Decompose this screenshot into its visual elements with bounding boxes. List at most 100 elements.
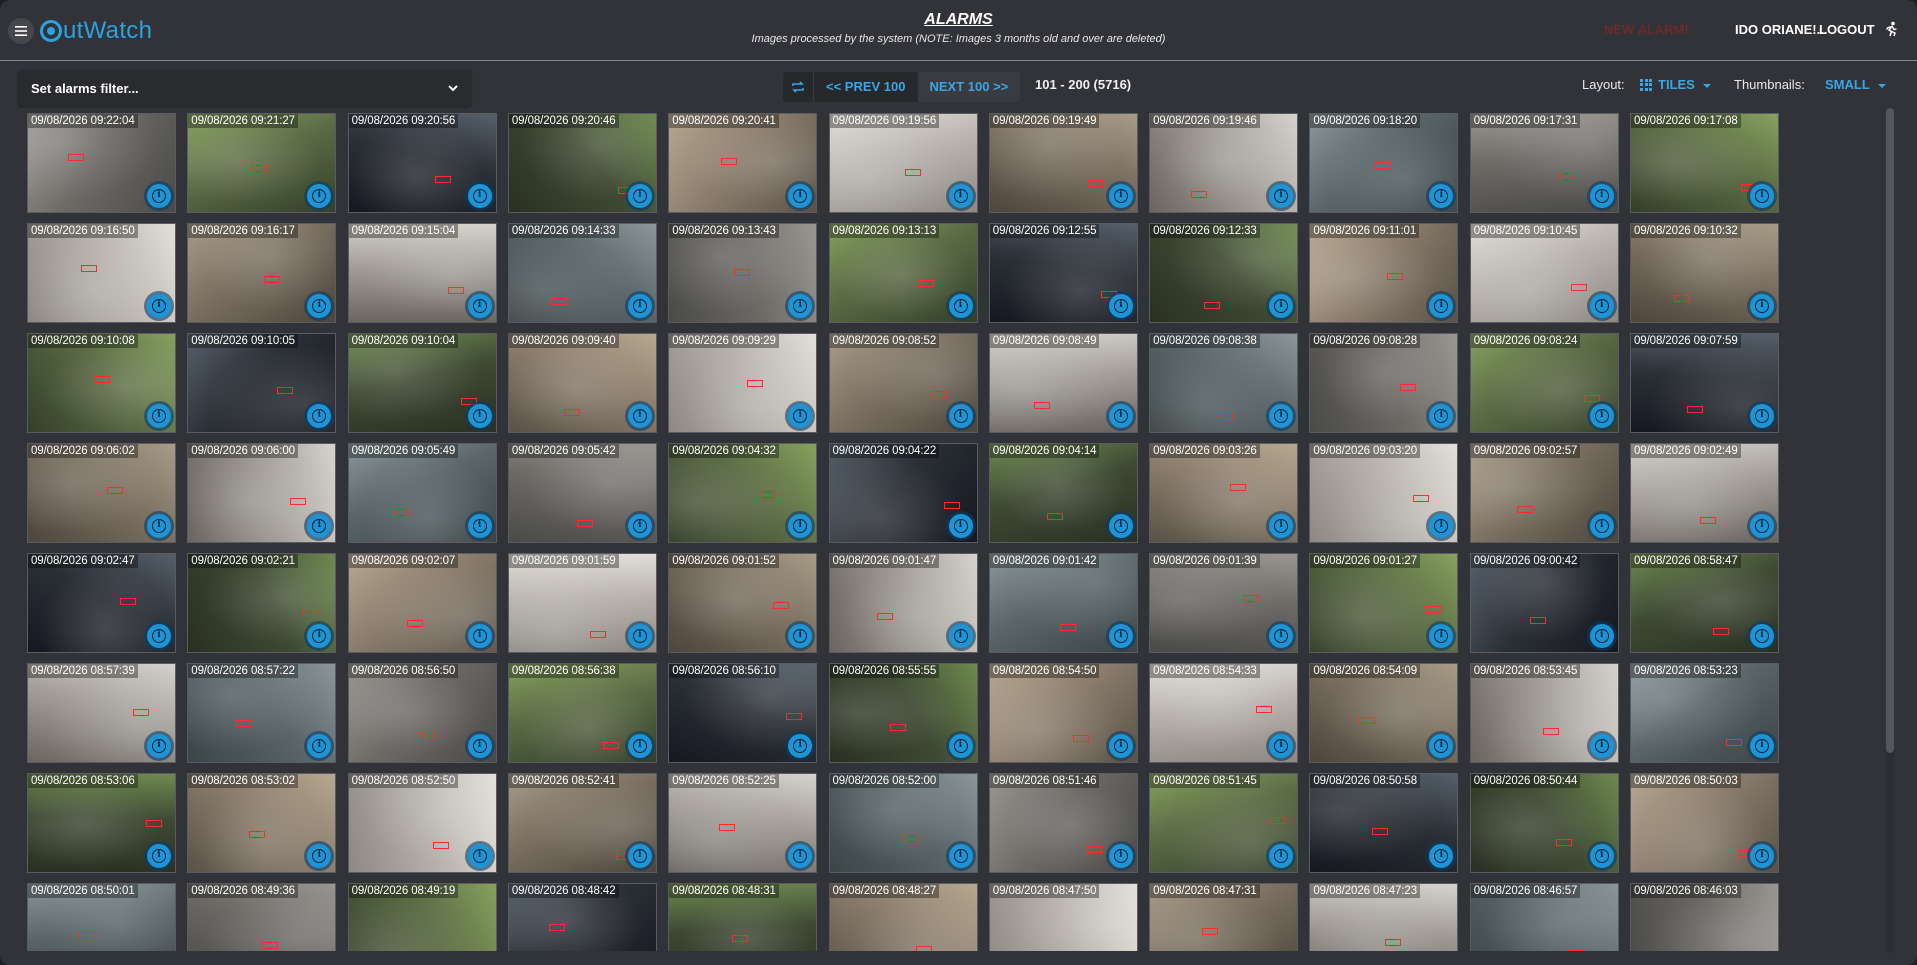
alarm-tile[interactable]: 09/08/2026 08:52:41 i xyxy=(507,773,657,873)
info-icon[interactable]: i xyxy=(1269,734,1294,758)
alarm-tile[interactable]: 09/08/2026 08:50:44 i xyxy=(1469,773,1619,873)
alarm-tile[interactable]: 09/08/2026 09:13:43 i xyxy=(668,223,818,323)
info-icon[interactable]: i xyxy=(467,514,492,538)
alarm-tile[interactable]: 09/08/2026 08:58:47 i xyxy=(1630,553,1779,653)
alarm-tile[interactable]: 09/08/2026 08:53:23 i xyxy=(1630,663,1779,763)
alarm-tile[interactable]: 09/08/2026 09:19:46 i xyxy=(1149,113,1299,213)
info-icon[interactable]: i xyxy=(627,844,652,868)
info-icon[interactable]: i xyxy=(788,514,813,538)
alarm-tile[interactable]: 09/08/2026 08:49:19i xyxy=(347,883,497,951)
alarm-tile[interactable]: 09/08/2026 09:02:49 i xyxy=(1630,443,1779,543)
alarm-tile[interactable]: 09/08/2026 09:04:32 i xyxy=(668,443,818,543)
info-icon[interactable]: i xyxy=(1108,294,1133,318)
info-icon[interactable]: i xyxy=(147,514,171,538)
alarm-tile[interactable]: 09/08/2026 09:22:04 i xyxy=(27,113,176,213)
info-icon[interactable]: i xyxy=(627,184,652,208)
info-icon[interactable]: i xyxy=(1108,514,1133,538)
info-icon[interactable]: i xyxy=(627,514,652,538)
alarm-tile[interactable]: 09/08/2026 09:20:41 i xyxy=(668,113,818,213)
alarm-tile[interactable]: 09/08/2026 08:55:55 i xyxy=(828,663,978,763)
alarm-tile[interactable]: 09/08/2026 09:02:47 i xyxy=(27,553,176,653)
info-icon[interactable]: i xyxy=(1750,184,1774,208)
alarm-tile[interactable]: 09/08/2026 09:16:17 i xyxy=(187,223,337,323)
info-icon[interactable]: i xyxy=(627,734,652,758)
alarm-tile[interactable]: 09/08/2026 09:01:52 i xyxy=(668,553,818,653)
alarm-tile[interactable]: 09/08/2026 08:54:33 i xyxy=(1149,663,1299,763)
info-icon[interactable]: i xyxy=(467,734,492,758)
alarm-tile[interactable]: 09/08/2026 09:10:45 i xyxy=(1469,223,1619,323)
layout-dropdown[interactable]: TILES xyxy=(1640,77,1711,92)
info-icon[interactable]: i xyxy=(788,294,813,318)
logout-link[interactable]: LOGOUT xyxy=(1819,22,1875,37)
info-icon[interactable]: i xyxy=(1589,514,1614,538)
info-icon[interactable]: i xyxy=(1269,844,1294,868)
info-icon[interactable]: i xyxy=(627,294,652,318)
refresh-button[interactable] xyxy=(783,72,814,102)
info-icon[interactable]: i xyxy=(1108,734,1133,758)
alarm-tile[interactable]: 09/08/2026 09:07:59 i xyxy=(1630,333,1779,433)
alarm-tile[interactable]: 09/08/2026 09:05:42 i xyxy=(507,443,657,543)
info-icon[interactable]: i xyxy=(788,844,813,868)
info-icon[interactable]: i xyxy=(948,844,973,868)
alarm-tile[interactable]: 09/08/2026 09:18:20 i xyxy=(1309,113,1459,213)
info-icon[interactable]: i xyxy=(788,404,813,428)
info-icon[interactable]: i xyxy=(1108,844,1133,868)
alarm-tile[interactable]: 09/08/2026 09:12:55 i xyxy=(988,223,1138,323)
alarm-tile[interactable]: 09/08/2026 08:51:45 i xyxy=(1149,773,1299,873)
info-icon[interactable]: i xyxy=(1750,294,1774,318)
alarms-filter-dropdown[interactable]: Set alarms filter... xyxy=(18,70,471,106)
alarm-tile[interactable]: 09/08/2026 09:00:42 i xyxy=(1469,553,1619,653)
info-icon[interactable]: i xyxy=(948,184,973,208)
alarm-tile[interactable]: 09/08/2026 09:10:04 i xyxy=(347,333,497,433)
info-icon[interactable]: i xyxy=(948,624,973,648)
alarm-tile[interactable]: 09/08/2026 08:57:39 i xyxy=(27,663,176,763)
alarm-tile[interactable]: 09/08/2026 09:06:02 i xyxy=(27,443,176,543)
info-icon[interactable]: i xyxy=(948,734,973,758)
alarm-tile[interactable]: 09/08/2026 09:06:00 i xyxy=(187,443,337,543)
alarm-tile[interactable]: 09/08/2026 09:05:49 i xyxy=(347,443,497,543)
alarm-tile[interactable]: 09/08/2026 09:16:50 i xyxy=(27,223,176,323)
alarm-tile[interactable]: 09/08/2026 08:47:31i xyxy=(1149,883,1299,951)
alarm-tile[interactable]: 09/08/2026 09:13:13 i xyxy=(828,223,978,323)
info-icon[interactable]: i xyxy=(467,624,492,648)
thumbnails-dropdown[interactable]: SMALL xyxy=(1825,77,1886,92)
alarm-tile[interactable]: 09/08/2026 08:48:42i xyxy=(507,883,657,951)
alarm-tile[interactable]: 09/08/2026 08:53:02 i xyxy=(187,773,337,873)
alarm-tile[interactable]: 09/08/2026 09:08:28 i xyxy=(1309,333,1459,433)
alarm-tile[interactable]: 09/08/2026 08:51:46 i xyxy=(988,773,1138,873)
alarm-tile[interactable]: 09/08/2026 08:52:00 i xyxy=(828,773,978,873)
new-alarm-link[interactable]: NEW ALARM! xyxy=(1604,22,1689,37)
alarm-tile[interactable]: 09/08/2026 09:02:07 i xyxy=(347,553,497,653)
alarm-tile[interactable]: 09/08/2026 09:01:39 i xyxy=(1149,553,1299,653)
alarm-tile[interactable]: 09/08/2026 08:50:58 i xyxy=(1309,773,1459,873)
alarm-tile[interactable]: 09/08/2026 09:17:08 i xyxy=(1630,113,1779,213)
alarm-tile[interactable]: 09/08/2026 08:54:50 i xyxy=(988,663,1138,763)
alarm-tile[interactable]: 09/08/2026 09:04:22 i xyxy=(828,443,978,543)
alarm-tile[interactable]: 09/08/2026 09:01:27 i xyxy=(1309,553,1459,653)
info-icon[interactable]: i xyxy=(1108,624,1133,648)
alarm-tile[interactable]: 09/08/2026 09:10:08 i xyxy=(27,333,176,433)
alarm-tile[interactable]: 09/08/2026 09:14:33 i xyxy=(507,223,657,323)
alarm-tile[interactable]: 09/08/2026 08:47:23i xyxy=(1309,883,1459,951)
alarm-tile[interactable]: 09/08/2026 08:53:06 i xyxy=(27,773,176,873)
info-icon[interactable]: i xyxy=(467,294,492,318)
alarm-tile[interactable]: 09/08/2026 09:02:57 i xyxy=(1469,443,1619,543)
info-icon[interactable]: i xyxy=(1589,184,1614,208)
info-icon[interactable]: i xyxy=(1269,404,1294,428)
alarm-tile[interactable]: 09/08/2026 09:20:56 i xyxy=(347,113,497,213)
alarm-tile[interactable]: 09/08/2026 09:15:04 i xyxy=(347,223,497,323)
info-icon[interactable]: i xyxy=(147,294,171,318)
prev-100-button[interactable]: << PREV 100 xyxy=(814,72,918,102)
alarm-tile[interactable]: 09/08/2026 09:08:38 i xyxy=(1149,333,1299,433)
alarm-tile[interactable]: 09/08/2026 08:47:50i xyxy=(988,883,1138,951)
alarm-tile[interactable]: 09/08/2026 08:56:10 i xyxy=(668,663,818,763)
alarm-tile[interactable]: 09/08/2026 09:21:27 i xyxy=(187,113,337,213)
alarm-tile[interactable]: 09/08/2026 08:50:01i xyxy=(27,883,176,951)
alarm-tile[interactable]: 09/08/2026 08:52:25 i xyxy=(668,773,818,873)
info-icon[interactable]: i xyxy=(627,624,652,648)
info-icon[interactable]: i xyxy=(627,404,652,428)
alarm-tile[interactable]: 09/08/2026 09:08:52 i xyxy=(828,333,978,433)
alarm-tile[interactable]: 09/08/2026 09:03:20 i xyxy=(1309,443,1459,543)
info-icon[interactable]: i xyxy=(467,844,492,868)
alarm-tile[interactable]: 09/08/2026 09:11:01 i xyxy=(1309,223,1459,323)
